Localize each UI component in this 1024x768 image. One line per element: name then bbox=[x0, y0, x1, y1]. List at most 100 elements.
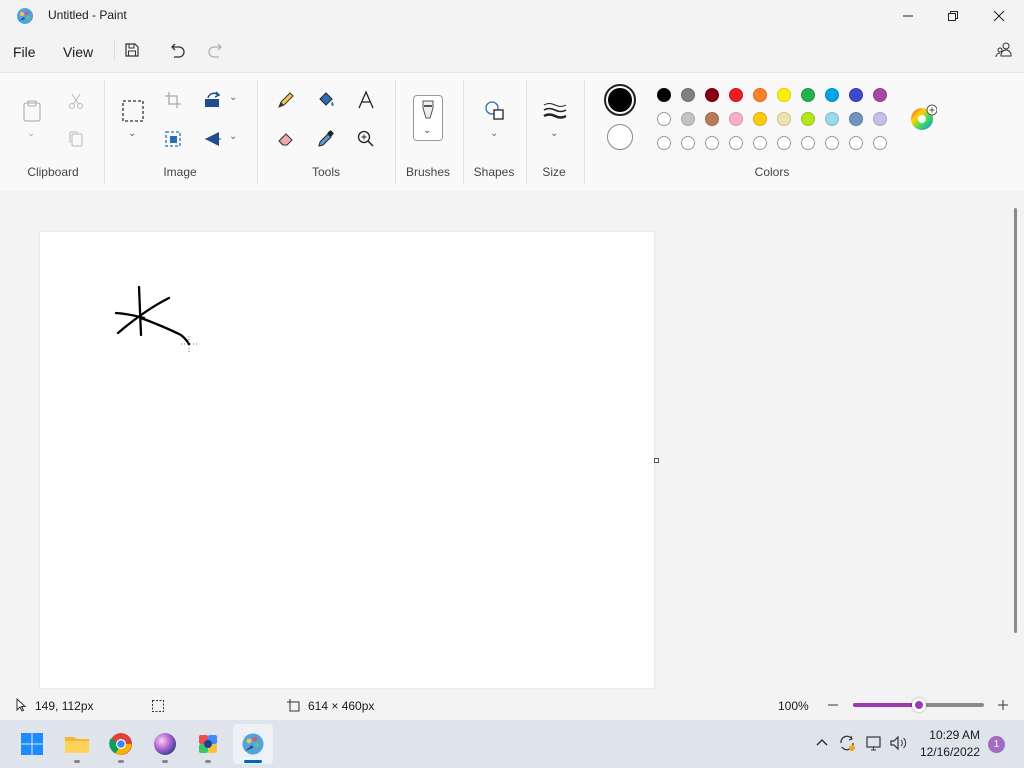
color-palette bbox=[656, 88, 896, 150]
start-button[interactable] bbox=[16, 728, 48, 760]
rotate-icon[interactable] bbox=[198, 85, 228, 115]
edit-colors-button[interactable] bbox=[909, 104, 938, 132]
resize-icon[interactable] bbox=[158, 124, 188, 154]
rotate-dropdown-icon[interactable]: ⌄ bbox=[229, 92, 237, 103]
secondary-color-button[interactable] bbox=[607, 124, 633, 150]
palette-color-swatch[interactable] bbox=[729, 136, 743, 150]
copy-icon bbox=[61, 124, 91, 154]
menu-view[interactable]: View bbox=[63, 44, 93, 60]
ribbon-separator bbox=[526, 80, 527, 184]
primary-color-button[interactable] bbox=[604, 84, 636, 116]
palette-color-swatch[interactable] bbox=[873, 136, 887, 150]
palette-color-swatch[interactable] bbox=[705, 112, 719, 126]
stroke-size-icon[interactable] bbox=[540, 96, 570, 126]
running-indicator bbox=[205, 760, 211, 763]
network-icon[interactable] bbox=[865, 734, 883, 757]
palette-color-swatch[interactable] bbox=[825, 136, 839, 150]
palette-color-swatch[interactable] bbox=[729, 112, 743, 126]
group-label-image: Image bbox=[163, 165, 197, 179]
palette-color-swatch[interactable] bbox=[753, 112, 767, 126]
palette-color-swatch[interactable] bbox=[657, 88, 671, 102]
fill-bucket-icon[interactable] bbox=[311, 85, 341, 115]
palette-color-swatch[interactable] bbox=[801, 112, 815, 126]
palette-color-swatch[interactable] bbox=[849, 112, 863, 126]
color-wheel-icon bbox=[911, 104, 938, 130]
menu-file[interactable]: File bbox=[13, 44, 36, 60]
palette-color-swatch[interactable] bbox=[681, 136, 695, 150]
size-dropdown-icon[interactable]: ⌄ bbox=[550, 128, 558, 139]
brushes-button[interactable]: ⌄ bbox=[413, 95, 443, 141]
primary-color-swatch bbox=[608, 88, 632, 112]
shapes-dropdown-icon[interactable]: ⌄ bbox=[490, 128, 498, 139]
drawing-canvas[interactable] bbox=[40, 232, 654, 688]
select-rectangle-icon[interactable] bbox=[118, 96, 148, 126]
save-icon[interactable] bbox=[117, 35, 147, 65]
palette-color-swatch[interactable] bbox=[873, 88, 887, 102]
running-indicator bbox=[74, 760, 80, 763]
file-explorer-taskbar-button[interactable] bbox=[61, 728, 93, 760]
eraser-icon[interactable] bbox=[271, 124, 301, 154]
group-label-brushes: Brushes bbox=[405, 165, 451, 179]
chrome-taskbar-button[interactable] bbox=[105, 728, 137, 760]
shapes-icon[interactable] bbox=[480, 96, 510, 126]
palette-color-swatch[interactable] bbox=[825, 88, 839, 102]
palette-color-swatch[interactable] bbox=[657, 136, 671, 150]
zoom-in-button[interactable] bbox=[996, 698, 1010, 712]
flip-icon[interactable] bbox=[198, 124, 228, 154]
cut-icon bbox=[61, 86, 91, 116]
palette-color-swatch[interactable] bbox=[825, 112, 839, 126]
palette-color-swatch[interactable] bbox=[777, 112, 791, 126]
canvas-drawing bbox=[114, 285, 198, 353]
undo-icon[interactable] bbox=[162, 35, 192, 65]
color-picker-icon[interactable] bbox=[311, 124, 341, 154]
palette-color-swatch[interactable] bbox=[873, 112, 887, 126]
zoom-slider-thumb[interactable] bbox=[911, 698, 926, 712]
palette-color-swatch[interactable] bbox=[705, 136, 719, 150]
zoom-level: 100% bbox=[778, 699, 809, 713]
palette-color-swatch[interactable] bbox=[777, 136, 791, 150]
restore-button[interactable] bbox=[930, 0, 976, 32]
paste-icon bbox=[17, 96, 47, 126]
palette-color-swatch[interactable] bbox=[849, 88, 863, 102]
clock-time[interactable]: 10:29 AM bbox=[922, 728, 980, 742]
orb-app-icon bbox=[154, 733, 176, 755]
ribbon-separator bbox=[104, 80, 105, 184]
volume-icon[interactable] bbox=[889, 734, 909, 757]
brushes-dropdown-icon: ⌄ bbox=[423, 125, 432, 136]
canvas-size: 614 × 460px bbox=[308, 699, 375, 713]
photos-taskbar-button[interactable] bbox=[192, 728, 224, 760]
show-hidden-icons-chevron-icon[interactable] bbox=[815, 736, 829, 755]
palette-color-swatch[interactable] bbox=[753, 136, 767, 150]
canvas-resize-handle[interactable] bbox=[654, 458, 659, 463]
palette-color-swatch[interactable] bbox=[681, 88, 695, 102]
close-button[interactable] bbox=[976, 0, 1022, 32]
clock-date[interactable]: 12/16/2022 bbox=[918, 745, 980, 759]
vertical-scrollbar[interactable] bbox=[1014, 208, 1017, 633]
sync-icon[interactable] bbox=[838, 734, 856, 757]
group-label-tools: Tools bbox=[311, 165, 341, 179]
palette-color-swatch[interactable] bbox=[705, 88, 719, 102]
minimize-button[interactable] bbox=[885, 0, 931, 32]
flip-dropdown-icon[interactable]: ⌄ bbox=[229, 131, 237, 142]
pencil-icon[interactable] bbox=[271, 85, 301, 115]
zoom-slider[interactable] bbox=[853, 698, 984, 712]
palette-color-swatch[interactable] bbox=[729, 88, 743, 102]
notification-badge[interactable]: 1 bbox=[988, 736, 1005, 753]
palette-color-swatch[interactable] bbox=[801, 88, 815, 102]
palette-color-swatch[interactable] bbox=[681, 112, 695, 126]
zoom-out-button[interactable] bbox=[826, 698, 840, 712]
ribbon-separator bbox=[395, 80, 396, 184]
palette-color-swatch[interactable] bbox=[753, 88, 767, 102]
palette-color-swatch[interactable] bbox=[801, 136, 815, 150]
palette-color-swatch[interactable] bbox=[657, 112, 671, 126]
ribbon-separator bbox=[584, 80, 585, 184]
text-icon[interactable] bbox=[351, 85, 381, 115]
palette-color-swatch[interactable] bbox=[777, 88, 791, 102]
share-people-icon[interactable] bbox=[989, 35, 1019, 65]
palette-color-swatch[interactable] bbox=[849, 136, 863, 150]
select-dropdown-icon[interactable]: ⌄ bbox=[128, 128, 136, 139]
windows-logo-icon bbox=[21, 733, 43, 755]
app-orb-taskbar-button[interactable] bbox=[149, 728, 181, 760]
magnifier-icon[interactable] bbox=[351, 124, 381, 154]
group-label-clipboard: Clipboard bbox=[27, 165, 79, 179]
